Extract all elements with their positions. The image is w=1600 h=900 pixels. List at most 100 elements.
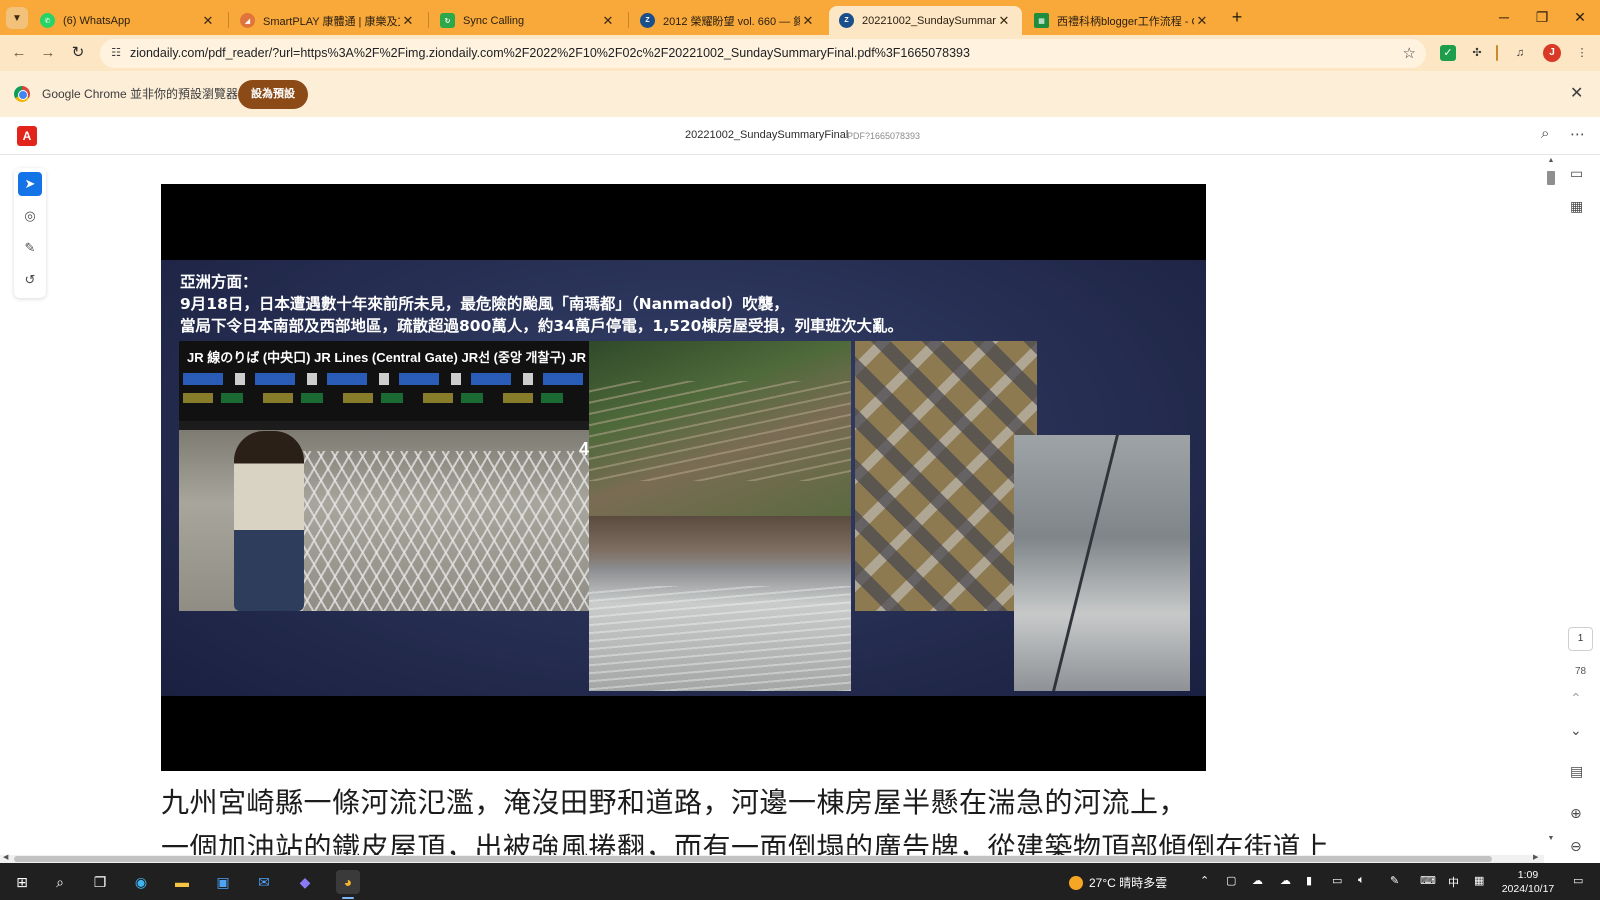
minimize-button[interactable]: ─ [1490, 4, 1518, 30]
start-button[interactable]: ⊞ [10, 870, 34, 894]
horizontal-scroll-thumb[interactable] [14, 856, 1492, 862]
chrome-menu-icon[interactable]: ⋮ [1574, 45, 1590, 61]
highlight-tool-button[interactable]: ✎ [18, 236, 42, 260]
chevron-up-icon[interactable]: ⌃ [1570, 690, 1582, 707]
folder-icon: ▬ [175, 874, 189, 890]
forward-button[interactable]: → [37, 42, 59, 64]
ime-mode-indicator[interactable]: 中 [1448, 874, 1459, 890]
close-tab-icon[interactable]: ✕ [800, 13, 816, 29]
scroll-left-arrow-icon[interactable]: ◀ [3, 853, 8, 861]
total-pages: 78 [1574, 666, 1587, 677]
media-control-icon[interactable]: ♫ [1512, 45, 1528, 61]
close-window-button[interactable]: ✕ [1566, 4, 1594, 30]
zoom-out-icon[interactable]: ⊖ [1570, 838, 1582, 855]
windows-logo-icon: ⊞ [16, 874, 28, 890]
photo-train-station: JR 線のりば (中央口) JR Lines (Central Gate) JR… [179, 341, 591, 611]
set-default-button[interactable]: 設為預設 [238, 80, 308, 109]
current-page-input[interactable]: 1 [1568, 627, 1593, 651]
reload-button[interactable]: ↻ [67, 42, 89, 64]
mail-icon: ✉ [258, 874, 270, 890]
ticket-gates [259, 451, 591, 611]
draw-tool-button[interactable]: ↺ [18, 268, 42, 292]
battery-icon[interactable]: ▮ [1306, 874, 1312, 887]
close-tab-icon[interactable]: ✕ [1194, 13, 1210, 29]
annotation-toolbar: ➤ ◎ ✎ ↺ [14, 168, 46, 298]
file-explorer-button[interactable]: ▬ [170, 870, 194, 894]
chevron-down-icon[interactable]: ⌄ [1570, 722, 1582, 739]
network-icon[interactable]: ▭ [1332, 874, 1342, 887]
slide-caption-heading: 亞洲方面： [180, 273, 258, 291]
extension-check-icon[interactable]: ✓ [1440, 45, 1456, 61]
new-tab-button[interactable]: + [1225, 6, 1249, 30]
meet-icon[interactable]: ▢ [1226, 874, 1236, 887]
pdf-document-area[interactable]: ➤ ◎ ✎ ↺ 亞洲方面： 9月18日，日本遭遇數十年來前所未見，最危險的颱風「… [0, 155, 1600, 855]
edge-button[interactable]: ◉ [129, 870, 153, 894]
vertical-scrollbar[interactable]: ▲ ▼ [1544, 155, 1558, 845]
arrow-left-icon: ← [11, 44, 27, 61]
copilot-button[interactable]: ◆ [293, 870, 317, 894]
restore-button[interactable]: ❐ [1528, 4, 1556, 30]
clock-date: 2024/10/17 [1501, 883, 1555, 895]
close-tab-icon[interactable]: ✕ [200, 13, 216, 29]
chrome-icon: ◕ [343, 874, 353, 890]
search-icon[interactable]: ⌕ [1541, 125, 1549, 142]
profile-avatar[interactable]: J [1543, 44, 1561, 62]
tab-sync-calling[interactable]: ↻ Sync Calling ✕ [430, 6, 626, 35]
search-button[interactable]: ⌕ [48, 870, 72, 894]
scroll-down-arrow-icon[interactable]: ▼ [1546, 835, 1556, 842]
back-button[interactable]: ← [8, 42, 30, 64]
tab-separator [628, 12, 629, 28]
tab-blogger-workflow[interactable]: ▦ 西禮科柄blogger工作流程 - Goo... ✕ [1024, 6, 1220, 35]
task-view-button[interactable]: ❐ [88, 870, 112, 894]
minimize-icon: ─ [1499, 9, 1509, 25]
whatsapp-icon: ✆ [40, 13, 55, 28]
browser-toolbar: ← → ↻ ☷ ziondaily.com/pdf_reader/?url=ht… [0, 35, 1600, 71]
site-info-icon[interactable]: ☷ [108, 45, 124, 61]
scroll-up-arrow-icon[interactable]: ▲ [1546, 157, 1556, 164]
onedrive-offline-icon[interactable]: ☁ [1252, 874, 1263, 887]
station-sign-row [183, 373, 583, 385]
station-sign-text: JR 線のりば (中央口) JR Lines (Central Gate) JR… [187, 350, 591, 365]
volume-icon[interactable]: 🔈︎ [1358, 874, 1365, 887]
tab-sunday-summary[interactable]: Z 20221002_SundaySummaryFi... ✕ [829, 6, 1022, 35]
mail-button[interactable]: ✉ [252, 870, 276, 894]
comments-panel-icon[interactable]: ▭ [1570, 165, 1583, 182]
scroll-right-arrow-icon[interactable]: ▶ [1533, 853, 1538, 861]
extensions-puzzle-icon[interactable]: ✣ [1469, 45, 1485, 61]
zion-icon: Z [839, 13, 854, 28]
system-clock[interactable]: 1:09 2024/10/17 [1498, 868, 1558, 896]
zoom-in-icon[interactable]: ⊕ [1570, 805, 1582, 822]
road-line [1052, 435, 1119, 691]
touch-keyboard-icon[interactable]: ⌨ [1420, 874, 1436, 887]
chrome-taskbar-button[interactable]: ◕ [336, 870, 360, 899]
notifications-icon[interactable]: ▭ [1573, 874, 1583, 887]
tab-separator [428, 12, 429, 28]
url-text[interactable]: ziondaily.com/pdf_reader/?url=https%3A%2… [130, 39, 1370, 68]
bookmark-star-icon[interactable]: ☆ [1403, 44, 1416, 62]
document-info-icon[interactable]: ▤ [1570, 763, 1583, 780]
tab-separator [228, 12, 229, 28]
pen-menu-icon[interactable]: ✎ [1390, 874, 1399, 887]
slide-image: 亞洲方面： 9月18日，日本遭遇數十年來前所未見，最危險的颱風「南瑪都」（Nan… [161, 184, 1206, 771]
comment-tool-button[interactable]: ◎ [18, 204, 42, 228]
address-bar[interactable]: ☷ ziondaily.com/pdf_reader/?url=https%3A… [100, 39, 1426, 68]
onedrive-icon[interactable]: ☁ [1280, 874, 1291, 887]
thumbnails-grid-icon[interactable]: ▦ [1570, 198, 1583, 215]
more-options-icon[interactable]: ⋯ [1570, 125, 1585, 143]
close-infobar-icon[interactable]: ✕ [1570, 83, 1583, 103]
ime-options-icon[interactable]: ▦ [1474, 874, 1484, 887]
tab-whatsapp[interactable]: ✆ (6) WhatsApp ✕ [30, 6, 226, 35]
show-hidden-icons[interactable]: ⌃ [1200, 874, 1209, 887]
horizontal-scrollbar[interactable]: ◀ ▶ [0, 853, 1544, 863]
close-tab-icon[interactable]: ✕ [400, 13, 416, 29]
close-tab-icon[interactable]: ✕ [600, 13, 616, 29]
store-button[interactable]: ▣ [211, 870, 235, 894]
close-tab-icon[interactable]: ✕ [996, 13, 1012, 29]
select-tool-button[interactable]: ➤ [18, 172, 42, 196]
tab-search-button[interactable]: ▼ [6, 7, 28, 29]
tab-smartplay[interactable]: ◢ SmartPLAY 康體通 | 康樂及文化... ✕ [230, 6, 426, 35]
vertical-scroll-thumb[interactable] [1547, 171, 1555, 185]
tab-zion-vol-660[interactable]: Z 2012 榮耀盼望 vol. 660 — 錫安... ✕ [630, 6, 826, 35]
reload-icon: ↻ [71, 44, 85, 61]
weather-widget[interactable]: 27°C 晴時多雲 [1069, 874, 1167, 891]
